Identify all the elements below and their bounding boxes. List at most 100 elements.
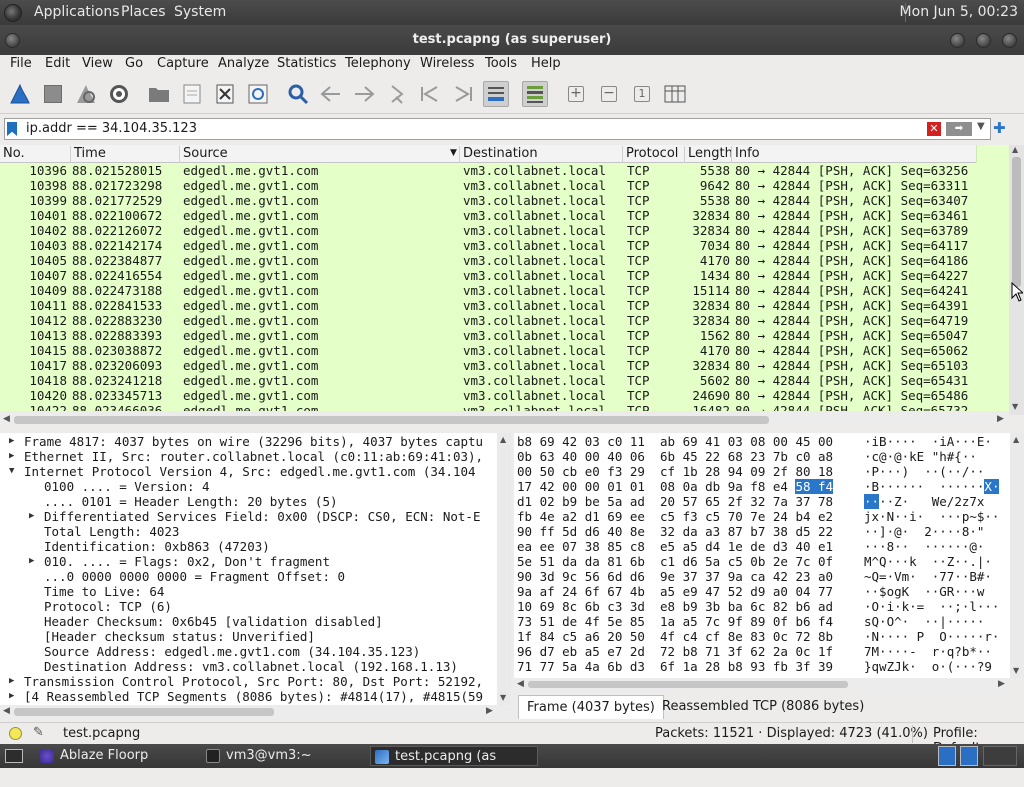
workspace-switcher[interactable] — [983, 746, 1017, 766]
scroll-down-icon[interactable]: ▼ — [1013, 666, 1019, 675]
scroll-right-icon[interactable]: ▶ — [997, 414, 1004, 424]
scroll-up-icon[interactable]: ▲ — [500, 435, 506, 444]
ascii-row[interactable]: ~Q=·Vm· ·77··B#· — [864, 569, 992, 584]
colorize-icon[interactable] — [522, 81, 548, 107]
task-floorp[interactable]: Ablaze Floorp — [36, 746, 196, 766]
close-file-icon[interactable] — [212, 81, 238, 107]
clear-filter-icon[interactable]: ✕ — [927, 122, 941, 136]
ascii-row[interactable]: ····Z· We/2z7x — [864, 494, 984, 509]
resize-columns-icon[interactable] — [662, 81, 688, 107]
scroll-right-icon[interactable]: ▶ — [998, 679, 1005, 689]
tree-item[interactable]: ▼ Internet Protocol Version 4, Src: edged… — [0, 464, 497, 479]
table-row[interactable]: 10407 88.022416554 edgedl.me.gvt1.com vm3.c… — [0, 268, 976, 283]
tree-item[interactable]: Identification: 0xb863 (47203) — [0, 539, 497, 554]
apply-filter-arrow-icon[interactable]: ➡ — [946, 122, 972, 136]
ascii-row[interactable]: ·iB···· ·iA···E· — [864, 434, 992, 449]
menu-wireless[interactable]: Wireless — [420, 56, 474, 71]
autoscroll-icon[interactable] — [483, 81, 509, 107]
table-row[interactable]: 10399 88.021772529 edgedl.me.gvt1.com vm3.c… — [0, 193, 976, 208]
bytes-hscroll[interactable]: ◀ ▶ — [514, 678, 1010, 691]
menu-view[interactable]: View — [82, 56, 113, 71]
go-to-packet-icon[interactable] — [384, 81, 410, 107]
gnome-logo-icon[interactable] — [4, 4, 22, 22]
col-no[interactable]: No. — [0, 146, 25, 163]
col-time[interactable]: Time — [70, 146, 106, 163]
menu-file[interactable]: File — [10, 56, 32, 71]
open-folder-icon[interactable] — [146, 81, 172, 107]
edit-comment-icon[interactable]: ✎ — [33, 725, 44, 740]
tree-item[interactable]: .... 0101 = Header Length: 20 bytes (5) — [0, 494, 497, 509]
table-row[interactable]: 10412 88.022883230 edgedl.me.gvt1.com vm3.c… — [0, 313, 976, 328]
col-protocol[interactable]: Protocol — [622, 146, 678, 163]
tree-item[interactable]: ▶ 010. .... = Flags: 0x2, Don't fragment — [0, 554, 497, 569]
hex-row[interactable]: 1f 84 c5 a6 20 50 4f c4 cf 8e 83 0c 72 8… — [517, 629, 833, 644]
last-packet-icon[interactable] — [450, 81, 476, 107]
tree-item[interactable]: ▶ Frame 4817: 4037 bytes on wire (32296 b… — [0, 434, 497, 449]
menu-telephony[interactable]: Telephony — [345, 56, 411, 71]
ascii-row[interactable]: ·c@·@·kE "h#{·· — [864, 449, 977, 464]
table-row[interactable]: 10422 88.023466036 edgedl.me.gvt1.com vm3.c… — [0, 403, 976, 411]
details-vscroll[interactable]: ▲ ▼ — [497, 433, 511, 705]
collapsed-arrow-icon[interactable]: ▶ — [9, 434, 19, 449]
table-row[interactable]: 10396 88.021528015 edgedl.me.gvt1.com vm3.c… — [0, 163, 976, 178]
tree-item[interactable]: ▶ Ethernet II, Src: router.collabnet.loca… — [0, 449, 497, 464]
table-row[interactable]: 10403 88.022142174 edgedl.me.gvt1.com vm3.c… — [0, 238, 976, 253]
table-row[interactable]: 10411 88.022841533 edgedl.me.gvt1.com vm3.c… — [0, 298, 976, 313]
collapsed-arrow-icon[interactable]: ▶ — [9, 449, 19, 464]
clock[interactable]: Mon Jun 5, 00:23 — [900, 4, 1018, 20]
collapsed-arrow-icon[interactable]: ▶ — [9, 674, 19, 689]
scroll-down-icon[interactable]: ▼ — [500, 693, 506, 702]
scroll-down-icon[interactable]: ▼ — [1012, 402, 1018, 411]
hscroll-thumb[interactable] — [14, 708, 274, 716]
ascii-row[interactable]: jx·N··i· ···p~$·· — [864, 509, 999, 524]
col-source[interactable]: Source ▼ — [179, 146, 459, 163]
window-title-bar[interactable]: test.pcapng (as superuser) — [0, 25, 1024, 55]
tab-frame-bytes[interactable]: Frame (4037 bytes) — [518, 695, 664, 719]
scroll-up-icon[interactable]: ▲ — [1013, 435, 1019, 444]
hex-row[interactable]: 73 51 de 4f 5e 85 1a a5 7c 9f 89 0f b6 f… — [517, 614, 833, 629]
normal-size-icon[interactable]: 1 — [629, 81, 655, 107]
minimize-icon[interactable] — [950, 33, 965, 48]
restart-icon[interactable] — [73, 81, 99, 107]
table-row[interactable]: 10402 88.022126072 edgedl.me.gvt1.com vm3.c… — [0, 223, 976, 238]
scroll-left-icon[interactable]: ◀ — [3, 414, 10, 424]
tree-item[interactable]: ▶ Differentiated Services Field: 0x00 (DS… — [0, 509, 497, 524]
menu-capture[interactable]: Capture — [157, 56, 209, 71]
hex-row[interactable]: d1 02 b9 be 5a ad 20 57 65 2f 32 7a 37 7… — [517, 494, 833, 509]
menu-go[interactable]: Go — [125, 56, 143, 71]
menu-help[interactable]: Help — [531, 56, 561, 71]
menu-statistics[interactable]: Statistics — [277, 56, 336, 71]
tree-item[interactable]: Total Length: 4023 — [0, 524, 497, 539]
forward-arrow-icon[interactable] — [351, 81, 377, 107]
task-wireshark[interactable]: test.pcapng (as supe... — [370, 746, 538, 784]
tree-item[interactable]: ▶ [4 Reassembled TCP Segments (8086 bytes… — [0, 689, 497, 704]
collapsed-arrow-icon[interactable]: ▶ — [29, 509, 39, 524]
expert-info-led-icon[interactable] — [9, 727, 22, 740]
scroll-up-icon[interactable]: ▲ — [1012, 145, 1018, 154]
find-packet-icon[interactable] — [285, 81, 311, 107]
ascii-row[interactable]: }qwZJk· o·(···?9 — [864, 659, 992, 674]
maximize-icon[interactable] — [976, 33, 991, 48]
ascii-row[interactable]: ··$ogK ··GR···w — [864, 584, 984, 599]
hex-row[interactable]: b8 69 42 03 c0 11 ab 69 41 03 08 00 45 0… — [517, 434, 833, 449]
tree-item[interactable]: Destination Address: vm3.collabnet.local… — [0, 659, 497, 674]
scroll-right-icon[interactable]: ▶ — [486, 706, 493, 716]
table-row[interactable]: 10405 88.022384877 edgedl.me.gvt1.com vm3.c… — [0, 253, 976, 268]
options-gear-icon[interactable] — [106, 81, 132, 107]
first-packet-icon[interactable] — [417, 81, 443, 107]
system-menu[interactable]: System — [174, 4, 226, 20]
bytes-vscroll[interactable]: ▲ ▼ — [1010, 433, 1024, 678]
hex-row[interactable]: 90 ff 5d d6 40 8e 32 da a3 87 b7 38 d5 2… — [517, 524, 833, 539]
workspace-1-icon[interactable] — [938, 746, 956, 766]
tree-item[interactable]: Protocol: TCP (6) — [0, 599, 497, 614]
hex-row[interactable]: 17 42 00 00 01 01 08 0a db 9a f8 e4 58 f… — [517, 479, 834, 494]
hex-row[interactable]: 96 d7 eb a5 e7 2d 72 b8 71 3f 62 2a 0c 1… — [517, 644, 833, 659]
display-filter-input[interactable]: ip.addr == 34.104.35.123 — [26, 121, 197, 136]
collapsed-arrow-icon[interactable]: ▶ — [9, 689, 19, 704]
save-file-icon[interactable] — [179, 81, 205, 107]
add-filter-button-icon[interactable]: ✚ — [993, 119, 1006, 137]
hex-row[interactable]: 0b 63 40 00 40 06 6b 45 22 68 23 7b c0 a… — [517, 449, 833, 464]
ascii-row[interactable]: ·N···· P O·····r· — [864, 629, 999, 644]
scroll-thumb[interactable] — [1012, 157, 1021, 287]
hscroll-thumb[interactable] — [14, 416, 769, 424]
